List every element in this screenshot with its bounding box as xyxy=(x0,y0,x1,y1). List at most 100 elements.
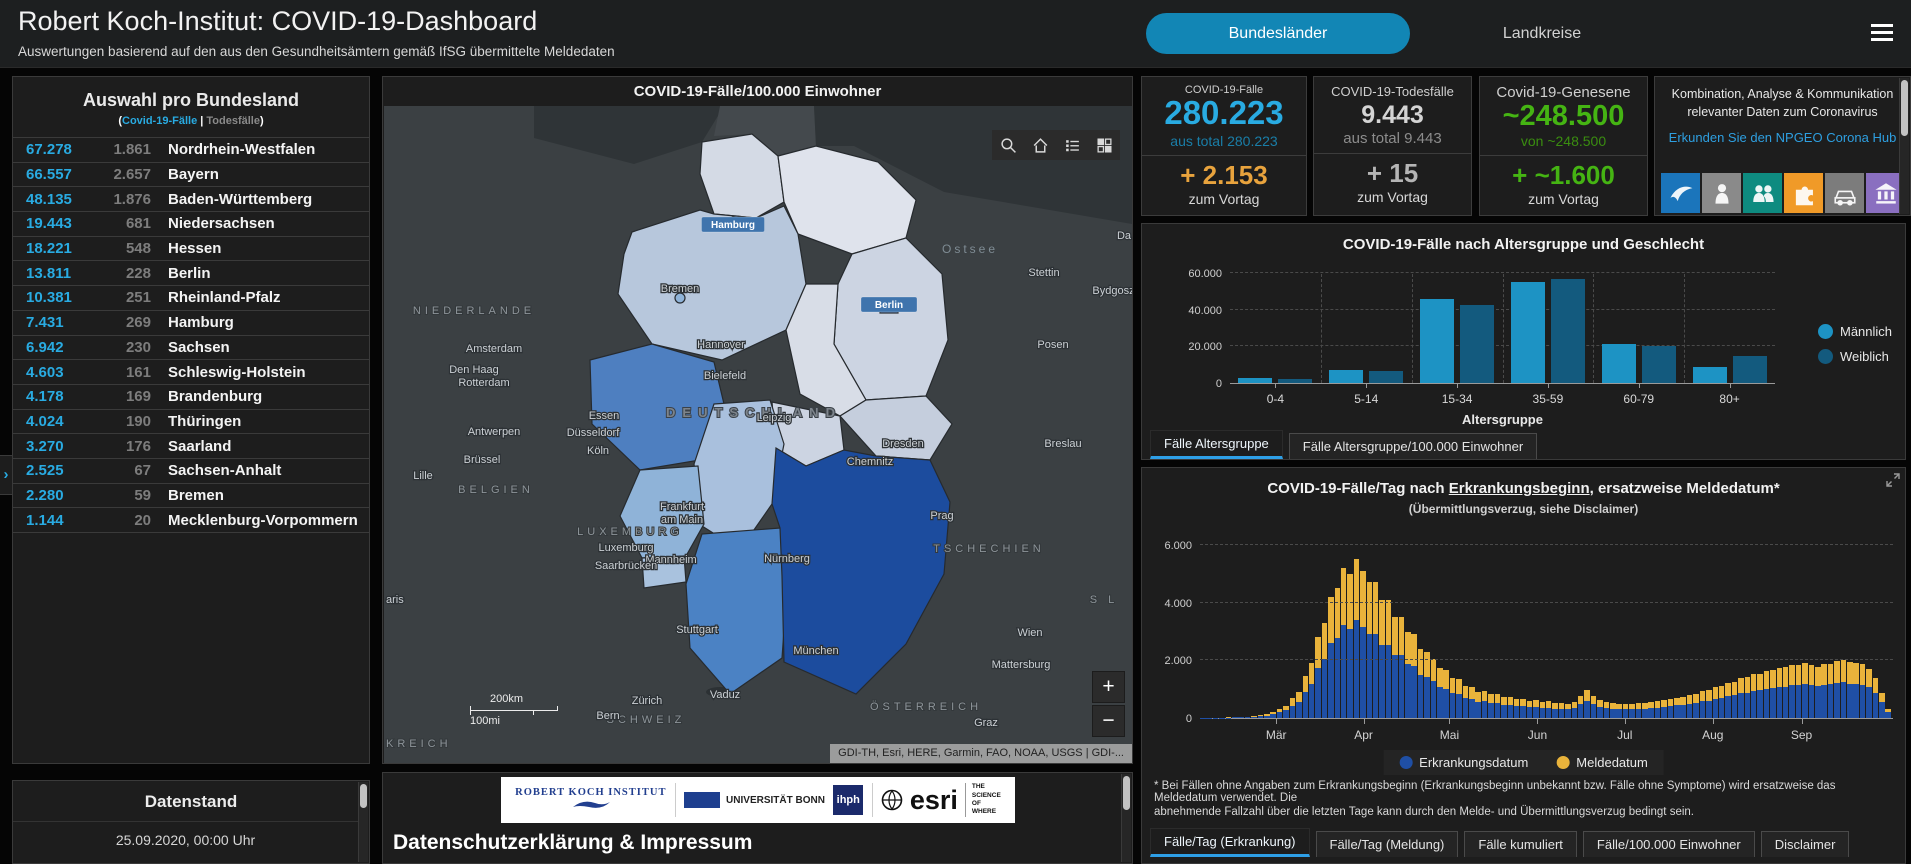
state-row[interactable]: 7.431269Hamburg xyxy=(13,311,369,336)
daily-bar-erkrankung xyxy=(1668,706,1674,718)
daily-tab-1[interactable]: Fälle/Tag (Meldung) xyxy=(1316,831,1459,857)
state-cases: 2.525 xyxy=(13,462,93,479)
hub-text-line2: relevanter Daten zum Coronavirus xyxy=(1655,104,1910,122)
state-row[interactable]: 4.603161Schleswig-Holstein xyxy=(13,360,369,385)
map-label-DEUTSCHLAND: DEUTSCHLAND xyxy=(666,405,842,420)
age-bar-Männlich-35-59[interactable] xyxy=(1511,282,1545,383)
age-tab-0[interactable]: Fälle Altersgruppe xyxy=(1150,430,1283,459)
age-bar-Weiblich-35-59[interactable] xyxy=(1551,279,1585,383)
state-row[interactable]: 48.1351.876Baden-Württemberg xyxy=(13,187,369,212)
basemap-icon[interactable] xyxy=(1091,132,1117,158)
state-row[interactable]: 2.28059Bremen xyxy=(13,484,369,509)
daily-bar-meldung xyxy=(1386,600,1392,645)
daily-tab-3[interactable]: Fälle/100.000 Einwohner xyxy=(1583,831,1755,857)
daily-tab-2[interactable]: Fälle kumuliert xyxy=(1464,831,1577,857)
state-row[interactable]: 66.5572.657Bayern xyxy=(13,163,369,188)
state-row[interactable]: 19.443681Niedersachsen xyxy=(13,212,369,237)
age-bar-Weiblich-5-14[interactable] xyxy=(1369,371,1403,383)
daily-bar-erkrankung xyxy=(1424,677,1430,718)
age-bar-Männlich-5-14[interactable] xyxy=(1329,370,1363,383)
daily-bar-meldung xyxy=(1796,665,1802,685)
impressum-heading[interactable]: Datenschutzerklärung & Impressum xyxy=(393,831,752,855)
daily-bar xyxy=(1725,683,1731,718)
daily-bar-meldung xyxy=(1821,664,1827,685)
daily-bar-meldung xyxy=(1732,682,1738,696)
state-row[interactable]: 67.2781.861Nordrhein-Westfalen xyxy=(13,138,369,163)
age-category-label: 60-79 xyxy=(1594,392,1684,406)
age-tab-1[interactable]: Fälle Altersgruppe/100.000 Einwohner xyxy=(1289,433,1537,459)
daily-bar xyxy=(1591,696,1597,718)
state-row[interactable]: 10.381251Rheinland-Pfalz xyxy=(13,286,369,311)
map-label-Chemnitz: Chemnitz xyxy=(847,456,893,468)
car-icon[interactable] xyxy=(1825,173,1864,213)
map-label-Bremen: Bremen xyxy=(661,283,700,295)
puzzle-icon[interactable] xyxy=(1784,173,1823,213)
bird-icon[interactable] xyxy=(1661,173,1700,213)
age-ytick: 0 xyxy=(1166,378,1222,390)
map-canvas[interactable]: OstseeDaStettinBydgoszczPosenBreslauPrag… xyxy=(384,106,1132,763)
hub-scrollbar[interactable] xyxy=(1899,78,1909,214)
search-icon[interactable] xyxy=(995,132,1021,158)
state-row[interactable]: 13.811228Berlin xyxy=(13,261,369,286)
germany-map[interactable]: OstseeDaStettinBydgoszczPosenBreslauPrag… xyxy=(384,106,1132,763)
axis-tick xyxy=(1275,384,1276,388)
age-bar-Weiblich-80+[interactable] xyxy=(1733,356,1767,383)
tab-bundeslaender[interactable]: Bundesländer xyxy=(1146,13,1410,54)
zoom-out-button[interactable]: − xyxy=(1092,705,1125,737)
map-title: COVID-19-Fälle/100.000 Einwohner xyxy=(383,77,1132,106)
state-row[interactable]: 4.024190Thüringen xyxy=(13,410,369,435)
people-icon[interactable] xyxy=(1743,173,1782,213)
map-panel: COVID-19-Fälle/100.000 Einwohner xyxy=(382,76,1133,764)
person-pin-icon[interactable] xyxy=(1702,173,1741,213)
daily-bar-meldung xyxy=(1296,692,1302,702)
panel-expander-chevron[interactable]: › xyxy=(0,455,13,495)
tab-landkreise[interactable]: Landkreise xyxy=(1472,13,1612,54)
state-row[interactable]: 1.14420Mecklenburg-Vorpommern xyxy=(13,508,369,533)
daily-bar-erkrankung xyxy=(1437,687,1443,718)
state-row[interactable]: 6.942230Sachsen xyxy=(13,336,369,361)
daily-bar-erkrankung xyxy=(1879,702,1885,718)
state-row[interactable]: 2.52567Sachsen-Anhalt xyxy=(13,459,369,484)
daily-bar-meldung xyxy=(1469,687,1475,699)
age-bar-Männlich-15-34[interactable] xyxy=(1420,299,1454,383)
daily-bar-meldung xyxy=(1418,649,1424,675)
state-row[interactable]: 4.178169Brandenburg xyxy=(13,385,369,410)
zoom-in-button[interactable]: + xyxy=(1092,671,1125,703)
age-bar-Weiblich-60-79[interactable] xyxy=(1642,346,1676,383)
expand-icon[interactable] xyxy=(1885,472,1901,493)
daily-bar xyxy=(1821,664,1827,718)
map-label-Essen: Essen xyxy=(589,410,620,422)
daily-tab-4[interactable]: Disclaimer xyxy=(1761,831,1850,857)
daily-tab-0[interactable]: Fälle/Tag (Erkrankung) xyxy=(1150,828,1310,857)
daily-bar xyxy=(1828,664,1834,718)
daily-bar-meldung xyxy=(1693,694,1699,703)
npgeo-hub-link[interactable]: Erkunden Sie den NPGEO Corona Hub xyxy=(1655,130,1910,145)
daily-bar xyxy=(1815,667,1821,718)
age-bar-Männlich-0-4[interactable] xyxy=(1238,378,1272,383)
state-deaths: 548 xyxy=(93,240,151,257)
age-bar-Männlich-60-79[interactable] xyxy=(1602,344,1636,383)
daily-bar-erkrankung xyxy=(1783,687,1789,718)
datenstand-scrollbar[interactable] xyxy=(358,782,368,862)
legend-dot xyxy=(1818,349,1833,364)
daily-bar xyxy=(1860,664,1866,718)
state-row[interactable]: 3.270176Saarland xyxy=(13,434,369,459)
daily-bar-erkrankung xyxy=(1520,706,1526,718)
footer-scrollbar[interactable] xyxy=(1121,774,1131,862)
daily-bar-erkrankung xyxy=(1860,685,1866,718)
legend-label: Erkrankungsdatum xyxy=(1419,755,1528,770)
daily-bar-erkrankung xyxy=(1789,685,1795,718)
daily-bar-meldung xyxy=(1463,686,1469,698)
age-bar-Weiblich-15-34[interactable] xyxy=(1460,305,1494,384)
daily-bar-meldung xyxy=(1700,691,1706,701)
state-name: Thüringen xyxy=(168,413,241,430)
legend-list-icon[interactable] xyxy=(1059,132,1085,158)
map-region-bayern[interactable] xyxy=(772,448,950,694)
daily-bar xyxy=(1738,678,1744,718)
state-row[interactable]: 18.221548Hessen xyxy=(13,237,369,262)
map-region-sachsen[interactable] xyxy=(840,396,952,460)
age-bar-Männlich-80+[interactable] xyxy=(1693,367,1727,383)
age-bar-Weiblich-0-4[interactable] xyxy=(1278,379,1312,383)
home-icon[interactable] xyxy=(1027,132,1053,158)
menu-icon[interactable] xyxy=(1871,24,1893,44)
